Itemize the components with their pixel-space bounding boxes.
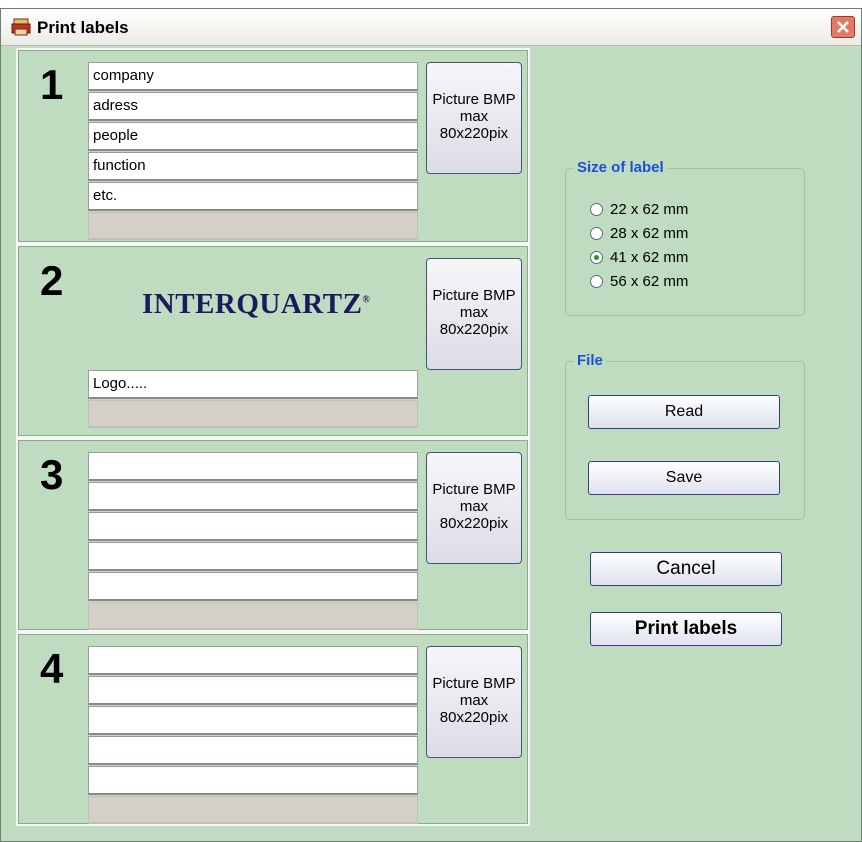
picture-button-text: max <box>459 304 489 321</box>
picture-button-text: max <box>459 108 489 125</box>
label-line-disabled <box>88 602 418 630</box>
label-line-input[interactable]: adress <box>88 92 418 121</box>
label-lines <box>88 452 418 631</box>
label-line-input[interactable] <box>88 542 418 571</box>
panel-number: 2 <box>40 257 64 304</box>
label-line-input[interactable] <box>88 706 418 735</box>
radio-button[interactable] <box>590 227 603 240</box>
picture-bmp-button[interactable]: Picture BMP max 80x220pix <box>426 646 522 758</box>
label-line-input[interactable]: etc. <box>88 182 418 211</box>
label-panel-2: 2 INTERQUARTZ® Logo..... Picture BMP max… <box>16 244 530 438</box>
close-icon <box>837 21 849 33</box>
picture-button-text: 80x220pix <box>439 125 509 142</box>
radio-label: 28 x 62 mm <box>610 225 689 242</box>
label-line-input[interactable] <box>88 452 418 481</box>
picture-button-text: Picture BMP <box>432 481 516 498</box>
label-line-disabled <box>88 796 418 824</box>
logo-registered-mark: ® <box>362 294 371 306</box>
title-bar: Print labels <box>1 9 861 46</box>
label-line-input[interactable]: Logo..... <box>88 370 418 399</box>
radio-label: 22 x 62 mm <box>610 201 689 218</box>
panel-number: 4 <box>40 645 64 692</box>
label-line-disabled <box>88 400 418 428</box>
save-button[interactable]: Save <box>588 461 780 495</box>
radio-label: 41 x 62 mm <box>610 249 689 266</box>
printer-icon <box>11 18 31 36</box>
picture-button-text: max <box>459 692 489 709</box>
label-line-input[interactable] <box>88 646 418 675</box>
label-panel-3: 3 Picture BMP max 80x220pix <box>16 438 530 632</box>
label-line-input[interactable] <box>88 482 418 511</box>
picture-bmp-button[interactable]: Picture BMP max 80x220pix <box>426 258 522 370</box>
close-button[interactable] <box>831 16 855 38</box>
radio-button-selected[interactable] <box>590 251 603 264</box>
company-logo: INTERQUARTZ® <box>142 288 370 321</box>
file-group: File <box>565 352 805 520</box>
group-title: File <box>574 352 606 369</box>
label-line-input[interactable]: function <box>88 152 418 181</box>
picture-button-text: max <box>459 498 489 515</box>
label-line-input[interactable] <box>88 676 418 705</box>
picture-button-text: Picture BMP <box>432 287 516 304</box>
label-line-input[interactable] <box>88 766 418 795</box>
print-labels-button[interactable]: Print labels <box>590 612 782 646</box>
label-panel-4: 4 Picture BMP max 80x220pix <box>16 632 530 826</box>
picture-button-text: Picture BMP <box>432 675 516 692</box>
logo-text: INTERQUARTZ <box>142 288 363 320</box>
picture-bmp-button[interactable]: Picture BMP max 80x220pix <box>426 452 522 564</box>
read-button[interactable]: Read <box>588 395 780 429</box>
radio-button[interactable] <box>590 275 603 288</box>
label-line-input[interactable] <box>88 512 418 541</box>
picture-button-text: 80x220pix <box>439 709 509 726</box>
label-lines <box>88 646 418 825</box>
radio-button[interactable] <box>590 203 603 216</box>
label-line-input[interactable]: people <box>88 122 418 151</box>
panel-number: 1 <box>40 61 64 108</box>
cancel-button[interactable]: Cancel <box>590 552 782 586</box>
label-line-input[interactable] <box>88 736 418 765</box>
group-title: Size of label <box>574 159 667 176</box>
size-of-label-group: Size of label 22 x 62 mm 28 x 62 mm 41 x… <box>565 159 805 316</box>
label-lines: company adress people function etc. <box>88 62 418 241</box>
panel-number: 3 <box>40 451 64 498</box>
picture-button-text: Picture BMP <box>432 91 516 108</box>
picture-button-text: 80x220pix <box>439 515 509 532</box>
radio-label: 56 x 62 mm <box>610 273 689 290</box>
window-title: Print labels <box>37 18 129 37</box>
picture-button-text: 80x220pix <box>439 321 509 338</box>
label-panel-1: 1 company adress people function etc. Pi… <box>16 48 530 244</box>
label-line-disabled <box>88 212 418 240</box>
label-line-input[interactable]: company <box>88 62 418 91</box>
label-line-input[interactable] <box>88 572 418 601</box>
picture-bmp-button[interactable]: Picture BMP max 80x220pix <box>426 62 522 174</box>
